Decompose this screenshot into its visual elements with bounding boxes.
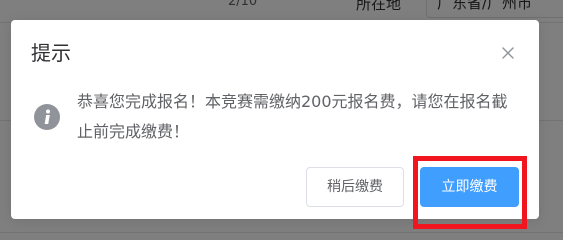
close-icon[interactable]: [500, 45, 516, 61]
info-icon: [34, 104, 60, 130]
dialog-message: 恭喜您完成报名！本竞赛需缴纳200元报名费，请您在报名截止前完成缴费！: [77, 92, 508, 141]
dialog-title: 提示: [31, 41, 71, 65]
highlight-annotation-box: [413, 156, 527, 229]
pay-later-button[interactable]: 稍后缴费: [306, 167, 404, 207]
